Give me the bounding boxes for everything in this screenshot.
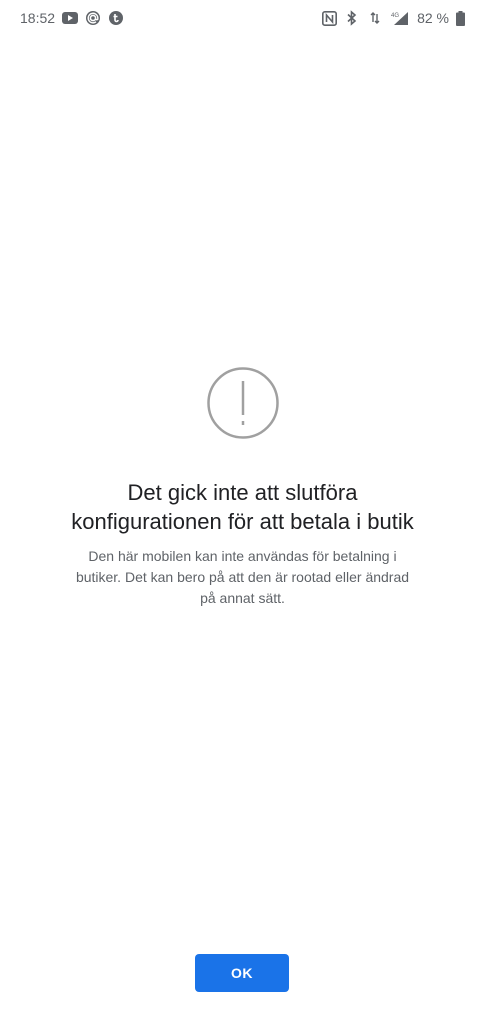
network-type-label: 4G bbox=[391, 13, 399, 19]
error-title: Det gick inte att slutföra konfiguration… bbox=[71, 480, 414, 534]
status-time: 18:52 bbox=[20, 10, 56, 26]
at-sign-icon bbox=[85, 10, 101, 26]
youtube-icon bbox=[62, 10, 79, 26]
data-arrows-icon bbox=[367, 10, 383, 26]
bluetooth-icon bbox=[344, 10, 360, 26]
alert-circle-icon bbox=[206, 367, 279, 439]
battery-percentage: 82 % bbox=[417, 10, 449, 26]
battery-icon bbox=[456, 10, 465, 26]
ok-button[interactable]: OK bbox=[195, 954, 289, 992]
error-message: Den här mobilen kan inte användas för be… bbox=[75, 548, 410, 606]
status-bar-right: 4G 82 % bbox=[321, 10, 465, 26]
status-bar-left: 18:52 bbox=[20, 10, 124, 26]
app-badge-icon bbox=[108, 10, 124, 26]
nfc-icon bbox=[321, 10, 337, 26]
error-dialog: Det gick inte att slutföra konfiguration… bbox=[0, 366, 485, 609]
signal-icon: 4G bbox=[390, 10, 410, 26]
status-bar: 18:52 4G 82 % bbox=[0, 0, 485, 36]
